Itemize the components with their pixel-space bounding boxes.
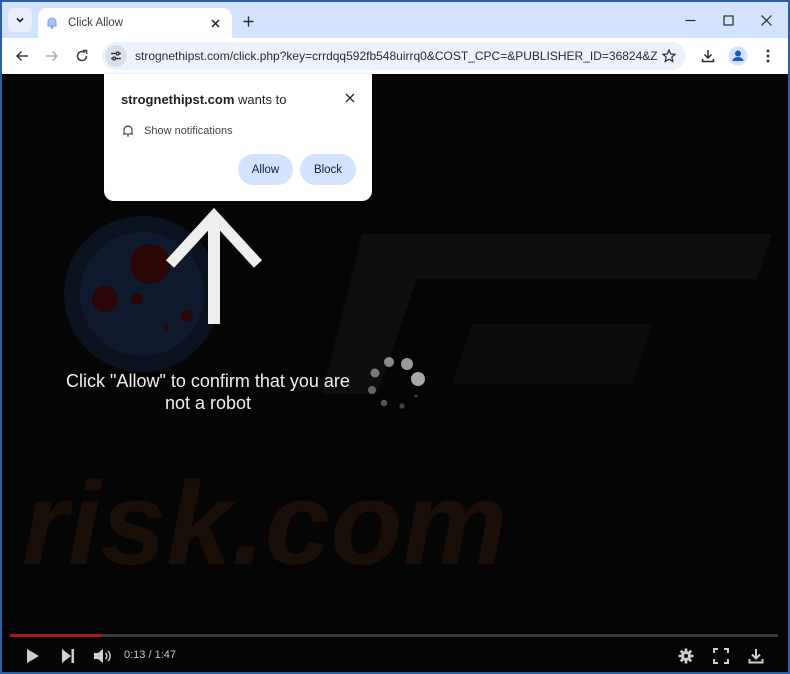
allow-button[interactable]: Allow (238, 154, 293, 185)
permission-label: Show notifications (144, 124, 233, 137)
permission-row: Show notifications (122, 124, 233, 137)
downloads-button[interactable] (696, 44, 720, 68)
popup-heading: strognethipst.com wants to (121, 92, 286, 107)
popup-close-button[interactable] (342, 90, 358, 106)
fullscreen-icon (713, 648, 729, 664)
download-icon (701, 50, 715, 63)
bell-favicon-icon (44, 15, 60, 31)
video-time: 0:13 / 1:47 (124, 649, 176, 661)
video-progress-bar[interactable] (10, 634, 778, 637)
reload-button[interactable] (70, 44, 94, 68)
fullscreen-button[interactable] (710, 644, 732, 668)
play-button[interactable] (22, 644, 44, 668)
tab-click-allow[interactable]: Click Allow (38, 8, 232, 38)
bell-icon (123, 125, 133, 137)
star-icon (662, 49, 676, 63)
arrow-left-icon (15, 50, 28, 62)
maximize-icon (722, 14, 734, 26)
browser-toolbar: strognethipst.com/click.php?key=crrdqq59… (2, 38, 788, 74)
browser-menu-button[interactable] (756, 44, 780, 68)
robot-check-message: Click "Allow" to confirm that you are no… (66, 371, 350, 413)
back-button[interactable] (10, 44, 34, 68)
plus-icon (243, 16, 253, 26)
tab-search-button[interactable] (8, 8, 32, 32)
chevron-down-icon (16, 17, 24, 23)
next-button[interactable] (57, 644, 79, 668)
close-icon (760, 14, 772, 26)
gear-icon (678, 648, 694, 664)
video-download-button[interactable] (745, 644, 767, 668)
reload-icon (76, 49, 88, 62)
tab-strip: Click Allow (2, 2, 788, 38)
tab-title: Click Allow (68, 17, 123, 29)
download-icon (748, 649, 764, 664)
profile-button[interactable] (726, 44, 750, 68)
bookmark-star-button[interactable] (658, 45, 680, 67)
up-arrow-icon (165, 208, 263, 324)
site-info-button[interactable] (105, 45, 127, 67)
kebab-menu-icon (766, 49, 770, 63)
settings-button[interactable] (675, 644, 697, 668)
watermark-text: risk.com (22, 458, 507, 590)
arrow-right-icon (46, 50, 59, 62)
volume-button[interactable] (91, 644, 115, 668)
address-bar[interactable]: strognethipst.com/click.php?key=crrdqq59… (102, 42, 686, 70)
forward-button[interactable] (40, 44, 64, 68)
block-button[interactable]: Block (300, 154, 356, 185)
url-text[interactable]: strognethipst.com/click.php?key=crrdqq59… (135, 49, 658, 63)
browser-window: Click Allow strognethipst.com/click.php?… (2, 2, 788, 672)
tune-icon (111, 51, 121, 61)
close-window-button[interactable] (748, 8, 784, 32)
minimize-icon (685, 19, 695, 21)
popup-site: strognethipst.com (121, 92, 235, 107)
video-progress-fill (10, 634, 103, 637)
loading-spinner-icon (368, 357, 425, 409)
notification-permission-popup: strognethipst.com wants to Show notifica… (104, 74, 372, 201)
close-icon (345, 93, 355, 103)
play-icon (27, 649, 39, 663)
tab-close-icon[interactable] (206, 14, 224, 32)
minimize-button[interactable] (672, 8, 708, 32)
volume-icon (94, 649, 111, 663)
new-tab-button[interactable] (238, 11, 258, 31)
person-icon (728, 46, 748, 66)
popup-wants-to: wants to (234, 92, 287, 107)
skip-next-icon (62, 649, 74, 663)
maximize-button[interactable] (710, 8, 746, 32)
